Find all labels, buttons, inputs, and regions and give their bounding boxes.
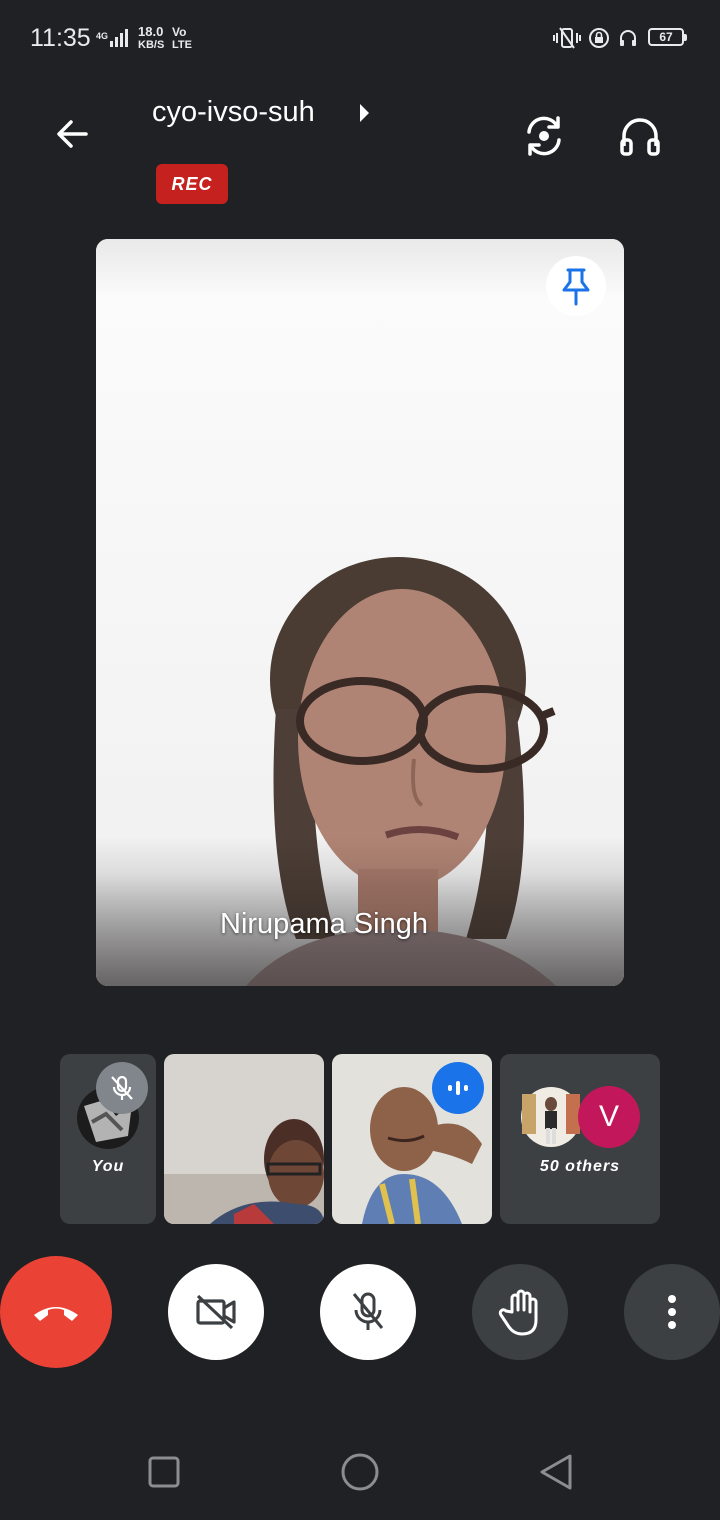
end-call-icon [34, 1307, 78, 1321]
switch-camera-icon[interactable] [520, 112, 568, 160]
mic-toggle-button[interactable] [320, 1264, 416, 1360]
speaker-name: Nirupama Singh [220, 908, 428, 940]
home-button[interactable] [338, 1450, 382, 1494]
participant-video-1 [164, 1054, 324, 1224]
volte-bottom: LTE [172, 39, 192, 51]
arrow-back-icon[interactable] [52, 114, 92, 154]
chevron-right-icon[interactable] [356, 102, 372, 124]
back-nav-button[interactable] [534, 1450, 578, 1494]
participant-tile-2[interactable] [332, 1054, 492, 1224]
recording-badge: REC [156, 164, 228, 204]
participant-video [96, 239, 624, 986]
self-label: You [91, 1158, 125, 1175]
mic-off-small-icon [111, 1075, 133, 1100]
end-call-button[interactable] [0, 1256, 112, 1368]
triangle-back-icon [540, 1454, 572, 1490]
muted-indicator [96, 1062, 148, 1114]
recent-apps-button[interactable] [142, 1450, 186, 1494]
camera-off-icon [196, 1294, 236, 1330]
data-unit: KB/S [138, 39, 165, 51]
raise-hand-button[interactable] [472, 1264, 568, 1360]
audio-level-icon [448, 1081, 468, 1095]
mic-off-icon [352, 1292, 384, 1330]
other-avatar-photo [521, 1087, 581, 1147]
vibrate-icon [553, 27, 581, 49]
self-tile[interactable]: You [60, 1054, 156, 1224]
meeting-code[interactable]: cyo-ivso-suh [152, 96, 315, 129]
main-video-tile[interactable] [96, 239, 624, 986]
camera-toggle-button[interactable] [168, 1264, 264, 1360]
lock-rotation-icon [589, 28, 609, 48]
pin-icon [562, 268, 590, 306]
circle-icon [341, 1453, 379, 1491]
headphones-icon[interactable] [618, 114, 662, 158]
others-label: 50 others [539, 1158, 621, 1175]
speaking-indicator [432, 1062, 484, 1114]
volte-top: Vo [172, 25, 187, 39]
headphones-status-icon [620, 30, 636, 46]
status-bar: 11:35 4G 18.0 KB/S Vo LTE 67 [0, 0, 720, 76]
pin-button[interactable] [546, 256, 606, 316]
square-icon [148, 1456, 180, 1488]
data-speed: 18.0 [138, 24, 164, 39]
more-options-button[interactable] [624, 1264, 720, 1360]
status-time: 11:35 [30, 24, 91, 52]
battery-indicator: 67 [648, 28, 687, 46]
network-type: 4G [96, 31, 109, 41]
more-vert-icon [668, 1295, 676, 1329]
signal-icon [110, 29, 128, 47]
raise-hand-icon [498, 1289, 538, 1336]
others-tile[interactable]: V 50 others [500, 1054, 660, 1224]
other-avatar-letter: V [578, 1086, 640, 1148]
participant-tile-1[interactable] [164, 1054, 324, 1224]
